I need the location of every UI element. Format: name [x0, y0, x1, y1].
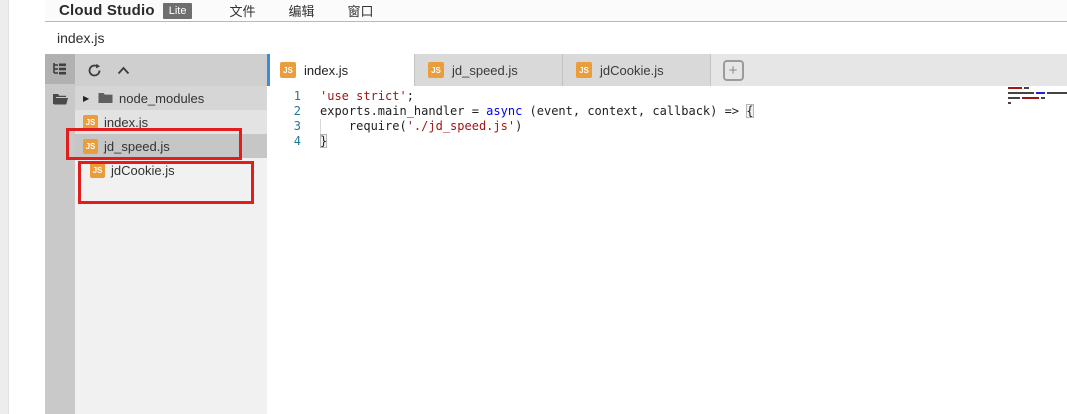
minimap-line [1008, 97, 1067, 99]
line-number: 2 [267, 104, 301, 119]
titlebar: index.js [45, 22, 1067, 54]
code-line-3[interactable]: 3 require('./jd_speed.js') [267, 119, 1067, 134]
line-content: } [301, 134, 327, 149]
minimap-line [1008, 87, 1067, 89]
cloud-studio-window: Cloud Studio Lite 文件 编辑 窗口 index.js ▶ node_… [45, 0, 1067, 414]
tab-bar: JS index.js JS jd_speed.js JS jdCookie.js + [267, 54, 1067, 86]
minimap-line [1008, 102, 1067, 104]
minimap-segment [1008, 97, 1020, 99]
minimap-line [1008, 92, 1067, 94]
minimap-segment [1024, 87, 1029, 89]
menu-item-0[interactable]: 文件 [229, 1, 255, 20]
menu-item-1[interactable]: 编辑 [288, 1, 314, 20]
minimap-segment [1008, 102, 1011, 104]
code-token: exports.main_handler = [320, 104, 486, 118]
folder-icon [98, 92, 113, 104]
line-content: 'use strict'; [301, 89, 414, 104]
expand-arrow-icon: ▶ [83, 94, 92, 103]
annotation-highlight-box-1 [66, 128, 242, 160]
open-file-title: index.js [57, 30, 104, 46]
minimap-segment [1008, 87, 1022, 89]
file-label: node_modules [119, 91, 204, 106]
main-area: ▶ node_modules JS index.js JS jd_speed.js JS jd… [45, 54, 1067, 414]
app-brand: Cloud Studio [59, 2, 155, 19]
refresh-icon [87, 63, 102, 78]
new-tab-area: + [711, 54, 755, 86]
activity-file-tree-button[interactable] [45, 54, 75, 84]
code-token: { [746, 104, 753, 118]
line-number: 3 [267, 119, 301, 134]
minimap-segment [1008, 92, 1034, 94]
minimap[interactable] [1008, 87, 1067, 107]
open-folder-icon [52, 92, 69, 106]
code-token: (event, context, callback) => [522, 104, 746, 118]
line-content: exports.main_handler = async (event, con… [301, 104, 754, 119]
lite-badge: Lite [163, 3, 193, 19]
explorer-toolbar [75, 54, 267, 86]
js-file-icon: JS [428, 62, 444, 78]
menu-item-2[interactable]: 窗口 [348, 1, 374, 20]
line-number: 1 [267, 89, 301, 104]
file-row-node_modules[interactable]: ▶ node_modules [75, 86, 267, 110]
minimap-segment [1022, 97, 1039, 99]
minimap-segment [1047, 92, 1067, 94]
tab-label: jdCookie.js [600, 63, 664, 78]
line-number: 4 [267, 134, 301, 149]
tab-label: jd_speed.js [452, 63, 518, 78]
code-token: require( [320, 119, 407, 133]
activity-open-folder-button[interactable] [45, 84, 75, 114]
code-token: } [320, 134, 327, 148]
minimap-segment [1036, 92, 1045, 94]
menubar-items: 文件 编辑 窗口 [192, 1, 373, 20]
menubar: Cloud Studio Lite 文件 编辑 窗口 [45, 0, 1067, 22]
indent-guide [320, 119, 321, 134]
editor-column: JSindex.jsJSjd_speed.jsJSjdCookie.js+ 1'… [267, 54, 1067, 414]
line-content: require('./jd_speed.js') [301, 119, 522, 134]
tab-index.js[interactable]: JS index.js [267, 54, 415, 86]
js-file-icon: JS [576, 62, 592, 78]
activity-bar [45, 54, 75, 414]
js-file-icon: JS [280, 62, 296, 78]
page-left-gutter [0, 0, 9, 414]
code-token: ) [515, 119, 522, 133]
code-line-4[interactable]: 4} [267, 134, 1067, 149]
code-token: ; [407, 89, 414, 103]
code-token: './jd_speed.js' [407, 119, 515, 133]
minimap-segment [1041, 97, 1045, 99]
code-editor[interactable]: 1'use strict';2exports.main_handler = as… [267, 86, 1067, 414]
code-line-2[interactable]: 2exports.main_handler = async (event, co… [267, 104, 1067, 119]
new-tab-button[interactable]: + [723, 60, 744, 81]
tab-jdCookie.js[interactable]: JS jdCookie.js [563, 54, 711, 86]
annotation-highlight-box-2 [78, 161, 254, 204]
code-lines: 1'use strict';2exports.main_handler = as… [267, 89, 1067, 149]
collapse-button[interactable] [115, 62, 131, 78]
code-line-1[interactable]: 1'use strict'; [267, 89, 1067, 104]
tab-label: index.js [304, 63, 348, 78]
tab-jd_speed.js[interactable]: JS jd_speed.js [415, 54, 563, 86]
code-token: 'use strict' [320, 89, 407, 103]
code-token: async [486, 104, 522, 118]
file-tree-icon [52, 61, 68, 77]
file-explorer-panel: ▶node_modulesJSindex.jsJSjd_speed.jsJSjd… [75, 54, 267, 414]
refresh-button[interactable] [86, 62, 102, 78]
collapse-icon [117, 66, 130, 75]
